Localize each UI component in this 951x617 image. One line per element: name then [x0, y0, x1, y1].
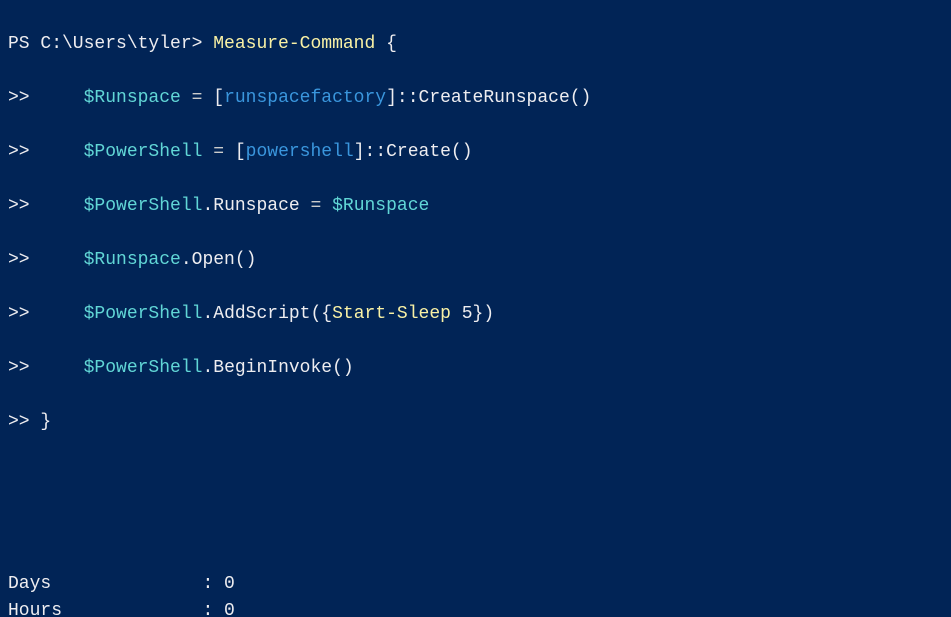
- dot: .: [181, 250, 192, 270]
- output-row: Days : 0: [8, 571, 943, 598]
- output-row: Hours : 0: [8, 598, 943, 617]
- indent: [30, 88, 84, 108]
- open-call: Open(): [192, 250, 257, 270]
- equals: =: [202, 142, 234, 162]
- create-runspace: CreateRunspace(): [419, 88, 592, 108]
- cont-prompt: >>: [8, 196, 30, 216]
- code-line: >> $Runspace = [runspacefactory]::Create…: [8, 85, 943, 112]
- code-line: >> $PowerShell.BeginInvoke(): [8, 355, 943, 382]
- equals: =: [181, 88, 213, 108]
- code-line: PS C:\Users\tyler> Measure-Command {: [8, 31, 943, 58]
- prop-runspace: Runspace: [213, 196, 299, 216]
- output-separator: :: [202, 601, 224, 617]
- scriptblock-open: {: [321, 304, 332, 324]
- var-runspace: $Runspace: [84, 88, 181, 108]
- cont-prompt: >>: [8, 250, 30, 270]
- output-label: Days: [8, 574, 202, 594]
- sleep-arg: 5: [451, 304, 473, 324]
- var-runspace: $Runspace: [84, 250, 181, 270]
- var-powershell: $PowerShell: [84, 358, 203, 378]
- var-powershell: $PowerShell: [84, 196, 203, 216]
- open-brace: {: [375, 34, 397, 54]
- blank-line: [8, 517, 943, 544]
- output-block: Days : 0Hours : 0Minutes : 0Seconds : 0M…: [8, 571, 943, 617]
- indent: [30, 358, 84, 378]
- close-brace: }: [30, 412, 52, 432]
- cmd-measure: Measure-Command: [213, 34, 375, 54]
- dcolon: ::: [365, 142, 387, 162]
- indent: [30, 196, 84, 216]
- ps-gt: >: [192, 34, 214, 54]
- dcolon: ::: [397, 88, 419, 108]
- output-value: 0: [224, 601, 235, 617]
- dot: .: [202, 358, 213, 378]
- bracket-close: ]: [354, 142, 365, 162]
- addscript-close: ): [483, 304, 494, 324]
- code-line: >> $PowerShell = [powershell]::Create(): [8, 139, 943, 166]
- var-powershell: $PowerShell: [84, 142, 203, 162]
- code-line: >> $Runspace.Open(): [8, 247, 943, 274]
- ps-path: C:\Users\tyler: [40, 34, 191, 54]
- addscript-open: AddScript(: [213, 304, 321, 324]
- cont-prompt: >>: [8, 304, 30, 324]
- dot: .: [202, 304, 213, 324]
- type-powershell: powershell: [246, 142, 354, 162]
- create-method: Create(): [386, 142, 472, 162]
- output-value: 0: [224, 574, 235, 594]
- bracket-open: [: [235, 142, 246, 162]
- indent: [30, 142, 84, 162]
- indent: [30, 250, 84, 270]
- cont-prompt: >>: [8, 142, 30, 162]
- output-separator: :: [202, 574, 224, 594]
- powershell-terminal[interactable]: PS C:\Users\tyler> Measure-Command { >> …: [0, 0, 951, 617]
- begin-invoke: BeginInvoke(): [213, 358, 353, 378]
- cont-prompt: >>: [8, 358, 30, 378]
- scriptblock-close: }: [473, 304, 484, 324]
- cmd-start-sleep: Start-Sleep: [332, 304, 451, 324]
- dot: .: [202, 196, 213, 216]
- equals: =: [300, 196, 332, 216]
- code-line: >> $PowerShell.Runspace = $Runspace: [8, 193, 943, 220]
- output-label: Hours: [8, 601, 202, 617]
- blank-line: [8, 463, 943, 490]
- type-runspacefactory: runspacefactory: [224, 88, 386, 108]
- bracket-open: [: [213, 88, 224, 108]
- code-line: >> }: [8, 409, 943, 436]
- ps-prefix: PS: [8, 34, 40, 54]
- cont-prompt: >>: [8, 88, 30, 108]
- code-line: >> $PowerShell.AddScript({Start-Sleep 5}…: [8, 301, 943, 328]
- var-powershell: $PowerShell: [84, 304, 203, 324]
- var-runspace: $Runspace: [332, 196, 429, 216]
- indent: [30, 304, 84, 324]
- cont-prompt: >>: [8, 412, 30, 432]
- bracket-close: ]: [386, 88, 397, 108]
